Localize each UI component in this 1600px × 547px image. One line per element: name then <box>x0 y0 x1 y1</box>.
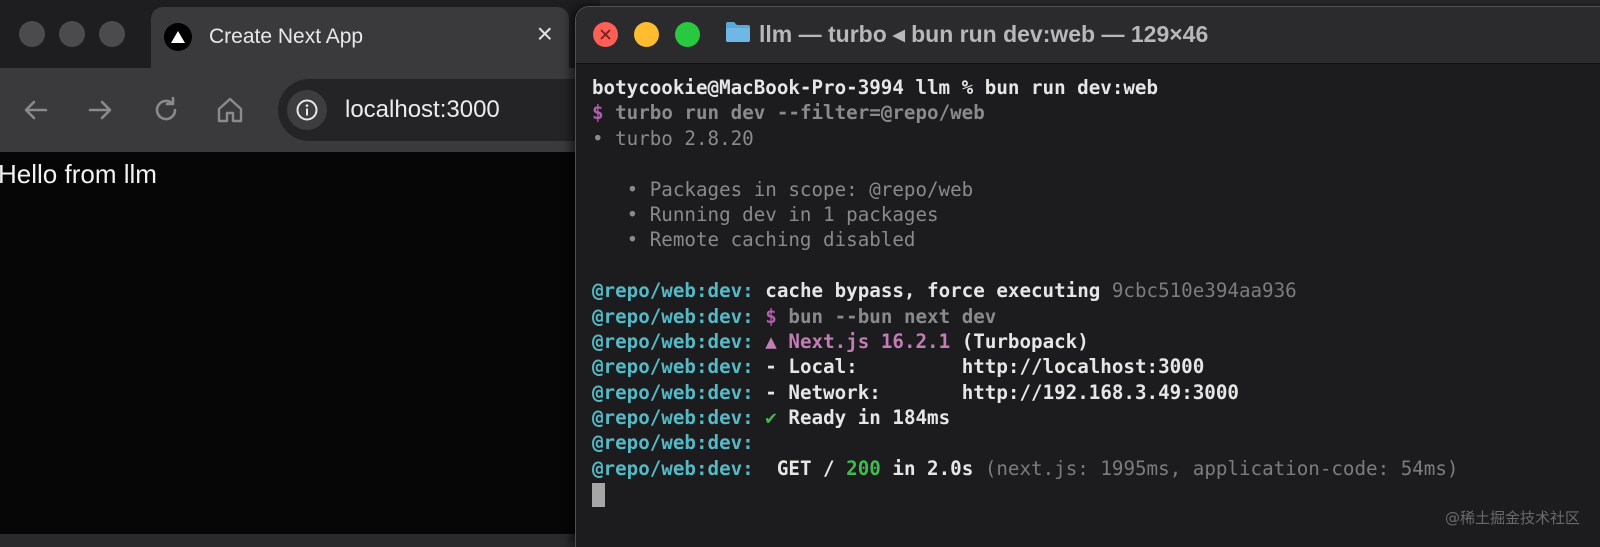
terminal-line: @repo/web:dev: $ bun --bun next dev <box>592 304 1600 329</box>
terminal-title: llm — turbo ◂ bun run dev:web — 129×46 <box>759 21 1209 47</box>
site-info-icon[interactable] <box>287 90 327 130</box>
terminal-line: @repo/web:dev: cache bypass, force execu… <box>592 278 1600 303</box>
terminal-minimize-button[interactable] <box>634 22 659 47</box>
dollar-sign: $ <box>592 101 604 125</box>
window-close-button[interactable] <box>19 21 45 47</box>
page-viewport: Hello from llm <box>0 152 600 534</box>
terminal-line: @repo/web:dev: <box>592 430 1600 455</box>
shell-prompt: botycookie@MacBook-Pro-3994 llm % bun ru… <box>592 76 1159 99</box>
terminal-line: $ turbo run dev --filter=@repo/web <box>592 100 1600 125</box>
browser-window: Create Next App × localhost:3000 Hello f… <box>0 0 600 534</box>
nextjs-version: Next.js 16.2.1 <box>788 329 951 353</box>
task-prefix: @repo/web:dev: <box>592 380 754 404</box>
terminal-maximize-button[interactable] <box>675 22 700 47</box>
request-method: GET / <box>765 456 835 480</box>
terminal-line: @repo/web:dev: ✔ Ready in 184ms <box>592 405 1600 430</box>
status-code: 200 <box>846 456 881 480</box>
terminal-line: • turbo 2.8.20 <box>592 126 1600 151</box>
task-prefix: @repo/web:dev: <box>592 304 754 328</box>
address-bar[interactable]: localhost:3000 <box>278 79 600 141</box>
local-url-link[interactable]: http://localhost:3000 <box>962 355 1205 378</box>
request-time: in 2.0s <box>892 456 974 480</box>
task-prefix: @repo/web:dev: <box>592 329 754 353</box>
tab-close-icon[interactable]: × <box>537 20 553 48</box>
request-detail: (next.js: 1995ms, application-code: 54ms… <box>984 456 1459 480</box>
reload-icon[interactable] <box>150 94 182 126</box>
checkmark-icon: ✔ <box>765 406 777 430</box>
window-minimize-button[interactable] <box>59 21 85 47</box>
command-text: turbo run dev --filter=@repo/web <box>615 101 985 125</box>
nextjs-triangle-icon: ▲ <box>765 329 777 353</box>
terminal-line: @repo/web:dev: ▲ Next.js 16.2.1 (Turbopa… <box>592 329 1600 354</box>
terminal-line: @repo/web:dev: - Network: http://192.168… <box>592 380 1600 405</box>
tab-title: Create Next App <box>209 25 364 48</box>
terminal-close-button[interactable] <box>593 22 618 47</box>
terminal-line-empty <box>592 151 1600 176</box>
task-prefix: @repo/web:dev: <box>592 355 754 379</box>
local-label: - Local: <box>765 355 858 379</box>
info-caching: • Remote caching disabled <box>592 228 916 252</box>
terminal-line: botycookie@MacBook-Pro-3994 llm % bun ru… <box>592 75 1600 100</box>
terminal-line-empty <box>592 253 1600 278</box>
command-text: bun --bun next dev <box>788 304 997 328</box>
page-body-text: Hello from llm <box>0 159 157 189</box>
bundler-label: (Turbopack) <box>961 329 1089 353</box>
task-prefix: @repo/web:dev: <box>592 431 754 455</box>
terminal-line: @repo/web:dev: GET / 200 in 2.0s (next.j… <box>592 456 1600 481</box>
folder-icon <box>725 21 751 48</box>
home-icon[interactable] <box>214 94 246 126</box>
ready-text: Ready in 184ms <box>788 406 951 430</box>
dollar-sign: $ <box>765 304 777 328</box>
nextjs-logo-icon <box>164 23 192 51</box>
turbo-version: • turbo 2.8.20 <box>592 126 754 150</box>
browser-tab-active[interactable]: Create Next App × <box>151 7 569 68</box>
task-prefix: @repo/web:dev: <box>592 406 754 430</box>
cache-status: cache bypass, force executing <box>765 279 1101 303</box>
terminal-line: @repo/web:dev: - Local: http://localhost… <box>592 354 1600 379</box>
terminal-line: • Packages in scope: @repo/web <box>592 177 1600 202</box>
terminal-cursor <box>592 482 605 507</box>
info-running: • Running dev in 1 packages <box>592 202 939 226</box>
window-maximize-button[interactable] <box>99 21 125 47</box>
terminal-output[interactable]: botycookie@MacBook-Pro-3994 llm % bun ru… <box>592 75 1600 547</box>
browser-toolbar: localhost:3000 <box>0 68 600 152</box>
terminal-window: llm — turbo ◂ bun run dev:web — 129×46 b… <box>575 6 1600 547</box>
info-packages: • Packages in scope: @repo/web <box>592 177 974 201</box>
terminal-cursor-line <box>592 481 1600 507</box>
url-text[interactable]: localhost:3000 <box>345 96 500 124</box>
task-prefix: @repo/web:dev: <box>592 456 754 480</box>
back-arrow-icon[interactable] <box>20 94 52 126</box>
browser-tab-bar: Create Next App × <box>0 0 600 68</box>
task-prefix: @repo/web:dev: <box>592 279 754 303</box>
terminal-line: • Running dev in 1 packages <box>592 202 1600 227</box>
watermark: @稀土掘金技术社区 <box>1444 509 1580 527</box>
forward-arrow-icon[interactable] <box>84 94 116 126</box>
terminal-line: • Remote caching disabled <box>592 227 1600 252</box>
cache-hash: 9cbc510e394aa936 <box>1111 279 1297 303</box>
terminal-title-bar: llm — turbo ◂ bun run dev:web — 129×46 <box>576 7 1600 64</box>
network-url-link[interactable]: http://192.168.3.49:3000 <box>962 381 1239 404</box>
network-label: - Network: <box>765 380 881 404</box>
